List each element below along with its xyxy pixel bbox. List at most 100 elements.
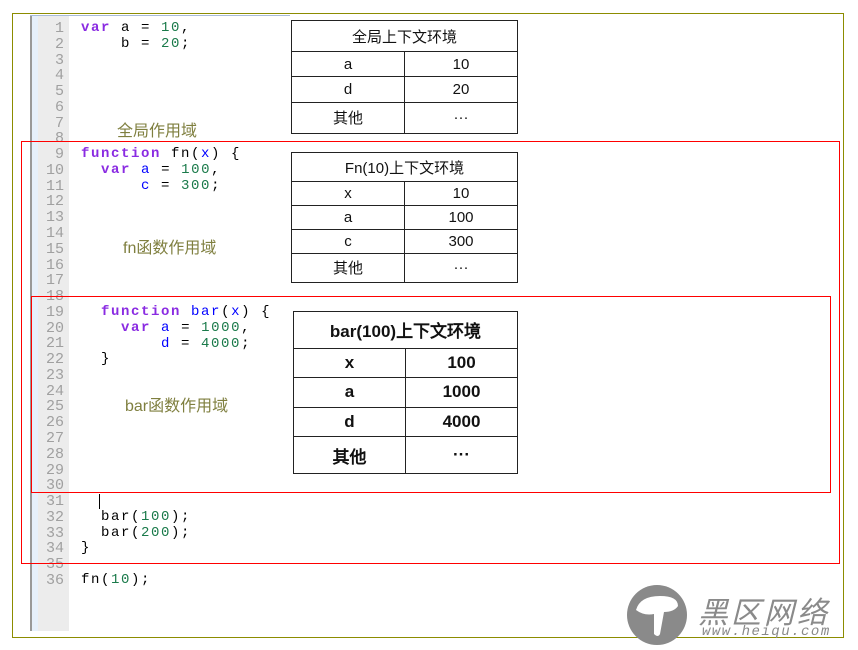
code-line-9: function fn(x) { [81, 146, 242, 163]
line-number: 4 [54, 67, 64, 85]
table-row: a 1000 [293, 377, 518, 408]
code-text: = [151, 178, 182, 194]
code-text: ; [211, 178, 222, 194]
number: 200 [141, 525, 172, 541]
value-cell: ··· [405, 436, 518, 474]
bar-context-table: bar(100)上下文环境 x 100 a 1000 d 4000 其他 ··· [293, 311, 518, 474]
fn-scope-label: fn函数作用域 [123, 240, 217, 257]
value-cell: 1000 [405, 377, 518, 408]
keyword: var [81, 20, 112, 36]
code-line-33: bar(200); [81, 525, 192, 542]
line-number: 36 [45, 571, 64, 589]
fn-context-table: Fn(10)上下文环境 x 10 a 100 c 300 其他 ··· [291, 151, 518, 284]
identifier: a [141, 162, 152, 178]
line-number: 1 [54, 20, 64, 37]
code-text: bar( [81, 509, 142, 525]
keyword: var [121, 320, 152, 336]
value-cell: 20 [404, 76, 518, 103]
value-cell: 10 [404, 51, 518, 78]
value-cell: 100 [404, 205, 518, 230]
line-number: 7 [54, 114, 64, 132]
number: 4000 [201, 336, 242, 352]
code-text: ); [131, 572, 152, 588]
variable-cell: x [291, 181, 405, 207]
number: 10 [111, 572, 132, 588]
identifier: x [201, 146, 212, 162]
code-line-2: b = 20; [81, 36, 192, 53]
keyword: function [101, 304, 182, 320]
variable-cell: x [293, 347, 406, 379]
global-scope-label: 全局作用域 [117, 123, 198, 140]
code-text: ; [181, 36, 192, 52]
code-line-1: var a = 10, [81, 20, 192, 37]
table-row: a 10 [291, 51, 518, 78]
code-text: ; [241, 336, 252, 352]
variable-cell: 其他 [291, 101, 405, 135]
variable-cell: a [291, 51, 405, 78]
table-row: 其他 ··· [291, 101, 518, 135]
code-text: ) { [211, 146, 242, 162]
value-cell: 300 [404, 228, 518, 254]
code-text: ) { [241, 304, 272, 320]
number: 100 [181, 162, 212, 178]
identifier: d [161, 336, 172, 352]
value-cell: 4000 [405, 406, 518, 438]
table-row: 其他 ··· [291, 252, 518, 284]
identifier: a [161, 320, 172, 336]
code-text: a = [111, 20, 162, 36]
value-cell: 10 [404, 181, 518, 207]
code-line-11: c = 300; [81, 178, 222, 195]
identifier: c [141, 178, 152, 194]
line-number: 6 [54, 98, 64, 116]
code-text: = [171, 336, 202, 352]
code-text: fn( [81, 572, 112, 588]
code-text: fn( [161, 146, 202, 162]
text-cursor [99, 494, 100, 509]
variable-cell: 其他 [291, 252, 405, 284]
variable-cell: 其他 [293, 436, 406, 474]
number: 20 [161, 36, 182, 52]
value-cell: ··· [404, 101, 518, 135]
code-text: b = [81, 36, 162, 52]
variable-cell: d [293, 406, 406, 438]
variable-cell: a [291, 205, 405, 230]
table-title: bar(100)上下文环境 [293, 311, 518, 349]
table-row: 其他 ··· [293, 436, 518, 474]
value-cell: ··· [404, 252, 518, 284]
global-context-table: 全局上下文环境 a 10 d 20 其他 ··· [291, 19, 518, 135]
number: 10 [161, 20, 182, 36]
watermark-url: www.heiqu.com [702, 624, 831, 640]
value-cell: 100 [405, 347, 518, 379]
mushroom-logo-icon [627, 585, 687, 645]
table-row: d 20 [291, 76, 518, 103]
editor-top-border [30, 15, 290, 16]
table-row: x 100 [293, 347, 518, 379]
line-number: 2 [54, 35, 64, 53]
code-text: , [181, 20, 192, 36]
code-line-22: } [81, 351, 112, 367]
number: 300 [181, 178, 212, 194]
code-line-32: bar(100); [81, 509, 192, 526]
code-text: , [241, 320, 252, 336]
code-text: = [171, 320, 202, 336]
line-number: 5 [54, 83, 64, 101]
code-line-20: var a = 1000, [81, 320, 252, 337]
code-line-36: fn(10); [81, 572, 152, 589]
number: 100 [141, 509, 172, 525]
code-text: ( [221, 304, 232, 320]
table-row: d 4000 [293, 406, 518, 438]
code-line-10: var a = 100, [81, 162, 221, 179]
bar-scope-label: bar函数作用域 [125, 398, 229, 415]
variable-cell: d [291, 76, 405, 103]
code-text: ); [171, 525, 192, 541]
code-text: ); [171, 509, 192, 525]
code-text: bar( [81, 525, 142, 541]
variable-cell: a [293, 377, 406, 408]
table-row: c 300 [291, 228, 518, 254]
table-title: 全局上下文环境 [291, 19, 518, 53]
keyword: function [81, 146, 162, 162]
table-title: Fn(10)上下文环境 [291, 151, 518, 183]
line-number: 3 [54, 51, 64, 69]
table-row: a 100 [291, 205, 518, 230]
identifier: bar [191, 304, 222, 320]
